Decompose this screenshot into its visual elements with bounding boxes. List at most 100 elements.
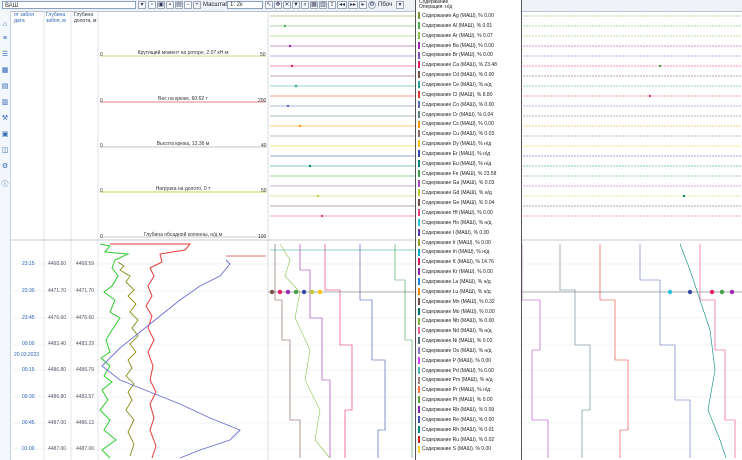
legend-item[interactable]: Содержание Re (МАШ), % 0.00 [418, 416, 518, 425]
legend-item-label: Содержание Mn (МАШ), % 0.32 [422, 298, 495, 305]
legend-item-label: Содержание Ce (МАШ), % н/д [422, 81, 492, 88]
legend-item-label: Содержание Cu (МАШ), % 0.03 [422, 131, 495, 138]
legend-swatch [418, 435, 420, 443]
legend-item-label: Содержание Nb (МАШ), % 0.00 [422, 318, 495, 325]
legend-item[interactable]: Содержание Al (МАШ), % 0.01 [418, 22, 518, 31]
legend-swatch [418, 278, 420, 286]
legend-item[interactable]: Содержание Dy (МАШ), % н/д [418, 140, 518, 149]
legend-item-label: Содержание Hf (МАШ), % 0.00 [422, 210, 493, 216]
legend-swatch [418, 327, 420, 335]
legend-item[interactable]: Содержание I (МАШ), % 0.00 [418, 228, 518, 238]
legend-item[interactable]: Содержание Pt (МАШ), % 0.00 [418, 396, 518, 405]
legend-swatch [418, 110, 420, 118]
row-time: 23:45 [22, 315, 35, 321]
legend-swatch [418, 386, 420, 394]
legend-item[interactable]: Содержание Ge (МАШ), % 0.04 [418, 199, 518, 208]
legend-item[interactable]: Содержание Pr (МАШ), % н/д [418, 386, 518, 395]
legend-item[interactable]: Содержание Gd (МАШ), % н/д [418, 189, 518, 198]
legend-swatch [418, 219, 420, 227]
legend-swatch [418, 337, 420, 345]
legend-item[interactable]: Содержание Cr (МАШ), % 0.04 [418, 110, 518, 120]
legend-item-label: Содержание Pd (МАШ), % 0.00 [422, 367, 494, 374]
legend-item[interactable]: Содержание Ga (МАШ), % 0.03 [418, 179, 518, 188]
legend-item[interactable]: Содержание Ru (МАШ), % 0.02 [418, 435, 518, 445]
legend-item[interactable]: Содержание Ba (МАШ), % 0.00 [418, 41, 518, 51]
drilling-log-chart[interactable] [0, 0, 742, 460]
legend-item-label: Содержание Cs (МАШ), % 0.00 [422, 121, 494, 128]
track-hook-height-label: Высота крюка, 13.36 м [156, 141, 210, 147]
legend-item-label: Содержание Ag (МАШ), % 0.00 [422, 13, 494, 19]
legend-swatch [418, 100, 420, 108]
row-bit-depth: 4487.00 [76, 446, 95, 452]
legend-header-line2: Операция: н/д [419, 4, 453, 10]
legend-item[interactable]: Содержание Br (МАШ), % 0.00 [418, 51, 518, 60]
legend-item[interactable]: Содержание Kr (МАШ), % 0.00 [418, 268, 518, 277]
row-time: 00:00 [22, 341, 35, 347]
legend-item[interactable]: Содержание Fe (МАШ), % 23.58 [418, 169, 518, 179]
legend-item-label: Содержание Ar (МАШ), % 0.07 [422, 32, 493, 39]
track-hook-height-min: 0 [100, 143, 103, 149]
legend-item-label: Содержание Gd (МАШ), % н/д [422, 190, 492, 197]
legend-item[interactable]: Содержание Ag (МАШ), % 0.00 [418, 12, 518, 21]
row-time: 01:00 [22, 446, 35, 452]
row-depth: 4471.70 [48, 288, 67, 294]
legend-item[interactable]: Содержание Os (МАШ), % н/д [418, 347, 518, 356]
legend-item[interactable]: Содержание Ce (МАШ), % н/д [418, 81, 518, 90]
legend-item-label: Содержание Re (МАШ), % 0.00 [422, 416, 495, 423]
legend-item[interactable]: Содержание Er (МАШ), % н/д [418, 150, 518, 159]
row-bit-depth: 4486.79 [76, 367, 95, 373]
legend-swatch [418, 268, 420, 276]
legend-item[interactable]: Содержание Ir (МАШ), % 0.00 [418, 238, 518, 248]
legend-swatch [418, 130, 420, 138]
legend-swatch [418, 356, 420, 364]
legend-item[interactable]: Содержание Nd (МАШ), % н/д [418, 327, 518, 336]
legend-item-label: Содержание K (МАШ), % 14.76 [422, 259, 494, 266]
element-legend-panel[interactable]: Содержание Операция: н/д Содержание Ag (… [415, 0, 522, 460]
legend-item[interactable]: Содержание Cd (МАШ), % 0.00 [418, 71, 518, 80]
row-depth: 4483.40 [48, 341, 67, 347]
row-time: 00:15 [22, 367, 35, 373]
legend-swatch [418, 159, 420, 167]
legend-item[interactable]: Содержание Cu (МАШ), % 0.03 [418, 130, 518, 139]
row-bit-depth: 4471.70 [76, 288, 95, 294]
legend-item[interactable]: Содержание Lu (МАШ), % н/д [418, 287, 518, 297]
legend-item[interactable]: Содержание Hf (МАШ), % 0.00 [418, 209, 518, 218]
legend-item-label: Содержание S (МАШ), % 0.00 [422, 446, 492, 453]
legend-swatch [418, 406, 420, 414]
legend-item[interactable]: Содержание Pd (МАШ), % 0.00 [418, 366, 518, 376]
legend-item[interactable]: Содержание Ar (МАШ), % 0.07 [418, 31, 518, 41]
legend-item[interactable]: Содержание In (МАШ), % н/д [418, 248, 518, 257]
legend-swatch [418, 248, 420, 256]
row-bit-depth: 4482.57 [76, 394, 95, 400]
legend-item[interactable]: Содержание S (МАШ), % 0.00 [418, 445, 518, 454]
legend-item[interactable]: Содержание Rb (МАШ), % 0.09 [418, 406, 518, 415]
legend-item[interactable]: Содержание La (МАШ), % н/д [418, 278, 518, 287]
legend-item[interactable]: Содержание Cs (МАШ), % 0.00 [418, 120, 518, 129]
legend-item[interactable]: Содержание Mn (МАШ), % 0.32 [418, 297, 518, 307]
row-depth: 4486.80 [48, 394, 67, 400]
legend-item[interactable]: Содержание Nb (МАШ), % 0.00 [418, 317, 518, 326]
track-hook-load-label: Вес на крюке, 60.62 т [158, 96, 208, 102]
legend-item[interactable]: Содержание K (МАШ), % 14.76 [418, 258, 518, 267]
legend-item-label: Содержание La (МАШ), % н/д [422, 278, 491, 285]
legend-item-label: Содержание Pr (МАШ), % н/д [422, 387, 491, 394]
legend-item[interactable]: Содержание P (МАШ), % 0.00 [418, 356, 518, 366]
legend-item-label: Содержание Ni (МАШ), % 0.02 [422, 338, 493, 345]
legend-item-label: Содержание Os (МАШ), % н/д [422, 347, 492, 354]
legend-item-label: Содержание Br (МАШ), % 0.00 [422, 52, 493, 59]
legend-swatch [418, 61, 420, 69]
legend-item-label: Содержание Lu (МАШ), % н/д [422, 288, 491, 295]
legend-item[interactable]: Содержание Ni (МАШ), % 0.02 [418, 337, 518, 346]
legend-swatch [418, 150, 420, 158]
legend-item[interactable]: Содержание Ca (МАШ), % 23.48 [418, 61, 518, 70]
legend-item[interactable]: Содержание Mo (МАШ), % 0.00 [418, 307, 518, 317]
legend-item[interactable]: Содержание Pm (МАШ), % н/д [418, 376, 518, 385]
legend-item-label: Содержание In (МАШ), % н/д [422, 249, 490, 256]
legend-item[interactable]: Содержание Cl (МАШ), % 8.80 [418, 90, 518, 100]
legend-item[interactable]: Содержание Co (МАШ), % 0.00 [418, 100, 518, 110]
legend-swatch [418, 120, 420, 128]
legend-swatch [418, 287, 420, 295]
legend-item[interactable]: Содержание Rh (МАШ), % 0.01 [418, 425, 518, 435]
legend-item[interactable]: Содержание Ho (МАШ), % н/д [418, 219, 518, 228]
legend-item[interactable]: Содержание Eu (МАШ), % н/д [418, 159, 518, 169]
